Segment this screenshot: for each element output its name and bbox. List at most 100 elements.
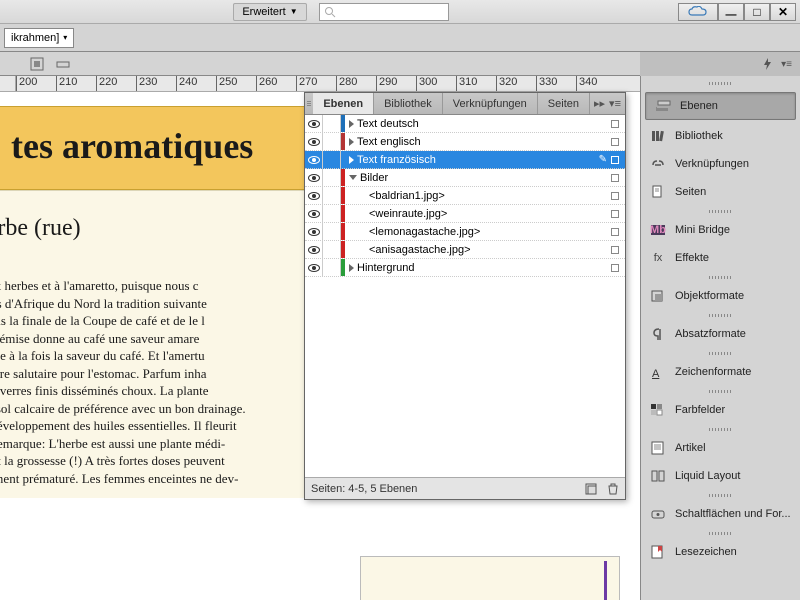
visibility-toggle[interactable]: [305, 133, 323, 151]
char-icon: A: [649, 364, 667, 380]
workspace-mode-dropdown[interactable]: Erweitert ▼: [233, 3, 306, 21]
expand-icon[interactable]: [349, 138, 354, 146]
dock-item-library[interactable]: Bibliothek: [641, 122, 800, 150]
layer-row[interactable]: <baldrian1.jpg>: [305, 187, 625, 205]
layers-list: Text deutsch Text englisch Text französi…: [305, 115, 625, 477]
lock-toggle[interactable]: [323, 115, 341, 133]
expand-icon[interactable]: [349, 156, 354, 164]
dock-item-links[interactable]: Verknüpfungen: [641, 150, 800, 178]
expand-icon[interactable]: [349, 120, 354, 128]
selection-indicator[interactable]: [611, 210, 619, 218]
dock-item-label: Zeichenformate: [675, 366, 751, 378]
ruler-tick: 210: [56, 76, 96, 92]
dock-item-fx[interactable]: fx Effekte: [641, 244, 800, 272]
visibility-toggle[interactable]: [305, 223, 323, 241]
fx-icon: fx: [649, 250, 667, 266]
selection-indicator[interactable]: [611, 246, 619, 254]
dock-grip[interactable]: [641, 76, 800, 90]
layer-row[interactable]: Text französisch✎: [305, 151, 625, 169]
toolbar-right: ▾≡: [640, 52, 800, 76]
visibility-toggle[interactable]: [305, 115, 323, 133]
dock-item-para[interactable]: Absatzformate: [641, 320, 800, 348]
layer-row[interactable]: <anisagastache.jpg>: [305, 241, 625, 259]
body-text: la rue aux herbes et à l'amaretto, puisq…: [0, 277, 320, 488]
panel-collapse-icon[interactable]: ▸▸: [594, 97, 605, 110]
new-layer-icon[interactable]: [585, 483, 597, 495]
layer-row[interactable]: Text deutsch: [305, 115, 625, 133]
library-icon: [649, 128, 667, 144]
selection-indicator[interactable]: [611, 264, 619, 272]
lock-toggle[interactable]: [323, 133, 341, 151]
lock-toggle[interactable]: [323, 151, 341, 169]
tool-icon[interactable]: [56, 57, 70, 71]
dock-item-label: Artikel: [675, 442, 706, 454]
dock-item-obj[interactable]: Objektformate: [641, 282, 800, 310]
dock-item-label: Effekte: [675, 252, 709, 264]
tab-ebenen[interactable]: Ebenen: [313, 93, 374, 114]
document-title: tes aromatiques: [11, 126, 253, 166]
dock-item-article[interactable]: Artikel: [641, 434, 800, 462]
panel-menu-icon[interactable]: ▾≡: [609, 97, 621, 110]
dock-item-char[interactable]: A Zeichenformate: [641, 358, 800, 386]
frame-fit-dropdown[interactable]: ikrahmen] ▾: [4, 28, 74, 48]
ruler-tick: 280: [336, 76, 376, 92]
layer-row[interactable]: Bilder: [305, 169, 625, 187]
mb-icon: Mb: [649, 222, 667, 238]
frame-fit-label: ikrahmen]: [11, 32, 59, 44]
lock-toggle[interactable]: [323, 169, 341, 187]
tool-icon[interactable]: [30, 57, 44, 71]
search-input[interactable]: [319, 3, 449, 21]
dock-item-mb[interactable]: MbMini Bridge: [641, 216, 800, 244]
dock-item-swatch[interactable]: Farbfelder: [641, 396, 800, 424]
lock-toggle[interactable]: [323, 223, 341, 241]
dock-item-pages[interactable]: Seiten: [641, 178, 800, 206]
page: tes aromatiques to herbe (rue) eolens la…: [0, 106, 330, 498]
menu-icon[interactable]: ▾≡: [781, 59, 792, 70]
visibility-toggle[interactable]: [305, 241, 323, 259]
visibility-toggle[interactable]: [305, 259, 323, 277]
lock-toggle[interactable]: [323, 241, 341, 259]
close-button[interactable]: ✕: [770, 3, 796, 21]
selection-indicator[interactable]: [611, 192, 619, 200]
ruler-tick: 250: [216, 76, 256, 92]
dock-item-buttons[interactable]: Schaltflächen und For...: [641, 500, 800, 528]
lock-toggle[interactable]: [323, 187, 341, 205]
minimize-button[interactable]: —: [718, 3, 744, 21]
selection-indicator[interactable]: [611, 120, 619, 128]
trash-icon[interactable]: [607, 483, 619, 495]
tab-seiten[interactable]: Seiten: [538, 93, 590, 114]
dock-item-bookmark[interactable]: Lesezeichen: [641, 538, 800, 566]
layer-row[interactable]: <weinraute.jpg>: [305, 205, 625, 223]
lock-toggle[interactable]: [323, 259, 341, 277]
layer-row[interactable]: Hintergrund: [305, 259, 625, 277]
visibility-toggle[interactable]: [305, 205, 323, 223]
selection-indicator[interactable]: [611, 174, 619, 182]
expand-icon[interactable]: [349, 264, 354, 272]
selection-indicator[interactable]: [611, 138, 619, 146]
lightning-icon[interactable]: [761, 57, 775, 71]
collapse-icon[interactable]: [349, 175, 357, 180]
visibility-toggle[interactable]: [305, 151, 323, 169]
tab-bibliothek[interactable]: Bibliothek: [374, 93, 443, 114]
ruler-tick: 330: [536, 76, 576, 92]
layers-panel[interactable]: Ebenen Bibliothek Verknüpfungen Seiten ▸…: [304, 92, 626, 500]
visibility-toggle[interactable]: [305, 187, 323, 205]
article-icon: [649, 440, 667, 456]
panel-grab[interactable]: [305, 93, 313, 114]
layer-row[interactable]: <lemonagastache.jpg>: [305, 223, 625, 241]
tab-verknuepfungen[interactable]: Verknüpfungen: [443, 93, 538, 114]
dock-item-liquid[interactable]: Liquid Layout: [641, 462, 800, 490]
layer-row[interactable]: Text englisch: [305, 133, 625, 151]
visibility-toggle[interactable]: [305, 169, 323, 187]
lock-toggle[interactable]: [323, 205, 341, 223]
titlebar: Erweitert ▼ — □ ✕: [0, 0, 800, 24]
selection-indicator[interactable]: [611, 156, 619, 164]
obj-icon: [649, 288, 667, 304]
page-spread-thumb: [360, 556, 620, 600]
ruler-tick: 230: [136, 76, 176, 92]
dock-item-layers[interactable]: Ebenen: [645, 92, 796, 120]
maximize-button[interactable]: □: [744, 3, 770, 21]
subheading: to herbe (rue): [0, 201, 320, 244]
sync-button[interactable]: [678, 3, 718, 21]
selection-indicator[interactable]: [611, 228, 619, 236]
